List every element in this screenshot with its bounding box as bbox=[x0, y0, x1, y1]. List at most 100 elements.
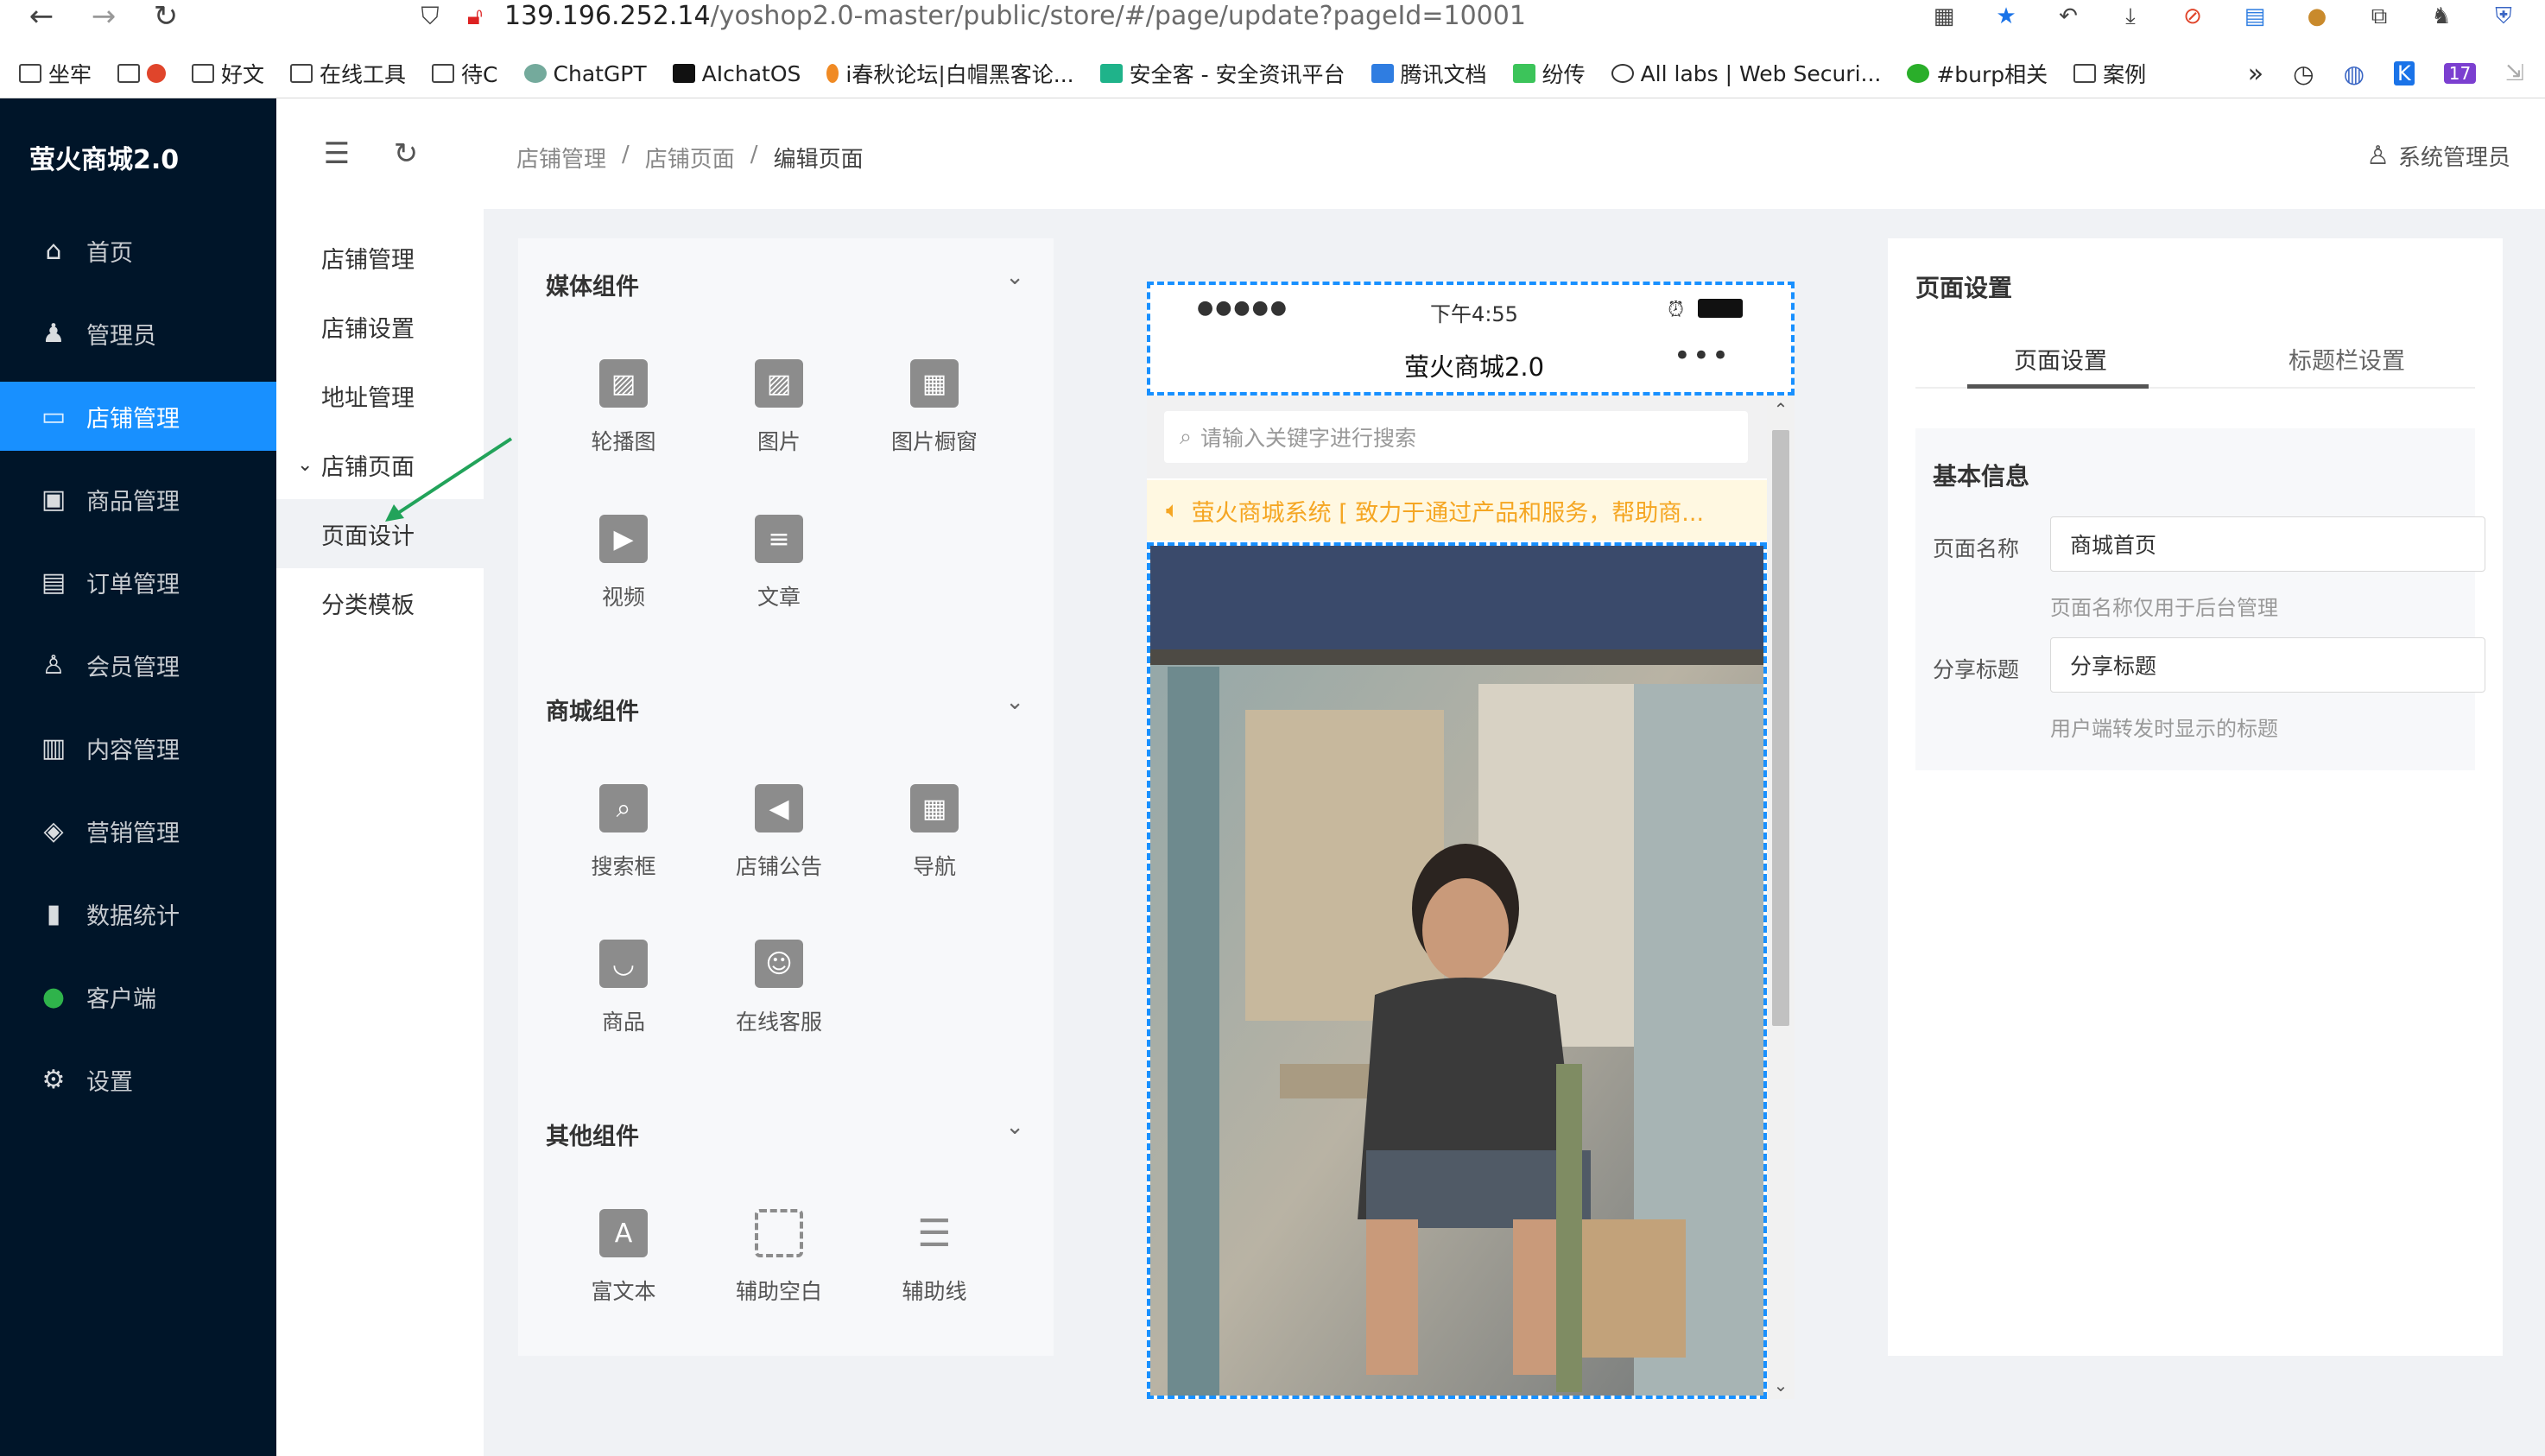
component-goods[interactable]: ◡ 商品 bbox=[554, 940, 693, 1036]
bookmark-folder[interactable] bbox=[117, 64, 167, 83]
menu-item-goods[interactable]: ▣ 商品管理 bbox=[0, 465, 276, 534]
forward-arrow-icon[interactable]: → bbox=[85, 0, 123, 34]
component-notice[interactable]: ◀ 店铺公告 bbox=[710, 784, 848, 881]
submenu-item-category-template[interactable]: 分类模板 bbox=[276, 568, 484, 637]
component-article[interactable]: ≡ 文章 bbox=[710, 515, 848, 611]
url-host: 139.196.252.14 bbox=[504, 1, 711, 31]
menu-item-store[interactable]: ▭ 店铺管理 bbox=[0, 382, 276, 451]
bookmark-label: 纷传 bbox=[1542, 62, 1586, 87]
bookmark-folder[interactable]: 案例 bbox=[2073, 58, 2146, 89]
undo-icon[interactable]: ↶ bbox=[2053, 1, 2084, 32]
component-blank[interactable]: 辅助空白 bbox=[710, 1209, 848, 1306]
menu-item-client[interactable]: ● 客户端 bbox=[0, 962, 276, 1031]
anquanke-icon bbox=[1099, 64, 1123, 83]
menu-item-settings[interactable]: ⚙ 设置 bbox=[0, 1045, 276, 1114]
dashboard-icon: ▦ bbox=[910, 359, 959, 408]
refresh-icon[interactable]: ↻ bbox=[389, 136, 423, 171]
bookmark-link[interactable]: All labs | Web Securi... bbox=[1611, 60, 1882, 86]
component-video[interactable]: ▶ 视频 bbox=[554, 515, 693, 611]
spy-icon[interactable]: ♞ bbox=[2426, 1, 2457, 32]
earth-icon[interactable]: ◍ bbox=[2344, 60, 2365, 88]
url-text[interactable]: 139.196.252.14/yoshop2.0-master/public/s… bbox=[504, 0, 1526, 33]
back-arrow-icon[interactable]: ← bbox=[22, 0, 60, 34]
share-title-input[interactable]: 分享标题 bbox=[2050, 637, 2485, 693]
submenu-item-address[interactable]: 地址管理 bbox=[276, 361, 484, 430]
bookmark-label: i春秋论坛|白帽黑客论... bbox=[845, 62, 1074, 87]
bookmark-link[interactable]: 安全客 - 安全资讯平台 bbox=[1099, 58, 1345, 89]
component-navigation[interactable]: ▦ 导航 bbox=[865, 784, 1003, 881]
breadcrumb-item[interactable]: 店铺页面 bbox=[645, 142, 735, 174]
qr-code-icon[interactable]: ▦ bbox=[1928, 1, 1959, 32]
shield-icon[interactable]: ⛉ bbox=[411, 0, 449, 33]
component-search[interactable]: ⌕ 搜索框 bbox=[554, 784, 693, 881]
phone-header[interactable]: ●●●●● 下午4:55 ⏰︎ 萤火商城2.0 ••• bbox=[1147, 282, 1795, 396]
tab-titlebar-settings[interactable]: 标题栏设置 bbox=[2289, 342, 2405, 376]
double-chevron-icon[interactable]: » bbox=[2248, 59, 2263, 89]
menu-item-home[interactable]: ⌂ 首页 bbox=[0, 216, 276, 285]
submenu-label: 店铺设置 bbox=[321, 315, 415, 343]
menu-item-statistics[interactable]: ▮ 数据统计 bbox=[0, 879, 276, 948]
phone-image-component[interactable] bbox=[1147, 542, 1767, 1399]
bookmark-link[interactable]: 腾讯文档 bbox=[1371, 58, 1487, 89]
chevron-up-icon[interactable]: ⌃ bbox=[1772, 399, 1789, 420]
chevron-down-icon[interactable]: ⌄ bbox=[1005, 264, 1024, 290]
chevron-down-icon[interactable]: ⌄ bbox=[1772, 1375, 1789, 1396]
bookmark-link[interactable]: i春秋论坛|白帽黑客论... bbox=[826, 58, 1074, 89]
bookmark-link[interactable]: AIchatOS bbox=[672, 61, 801, 86]
bookmark-folder[interactable]: 好文 bbox=[192, 58, 264, 89]
reload-icon[interactable]: ↻ bbox=[147, 0, 185, 34]
phone-search-component[interactable]: ⌕ 请输入关键字进行搜索 bbox=[1147, 396, 1767, 478]
extensions-icon[interactable]: ⧉ bbox=[2364, 1, 2395, 32]
clock-icon[interactable]: ◷ bbox=[2293, 60, 2314, 88]
collapse-menu-icon[interactable]: ☰ bbox=[320, 136, 354, 171]
vk-icon[interactable]: K bbox=[2394, 61, 2415, 85]
menu-item-marketing[interactable]: ◈ 营销管理 bbox=[0, 796, 276, 865]
bookmark-link[interactable]: ChatGPT bbox=[523, 60, 647, 86]
block-icon[interactable]: ⊘ bbox=[2177, 1, 2208, 32]
article-icon: ≡ bbox=[755, 515, 803, 563]
cookie-icon[interactable]: ● bbox=[2301, 1, 2333, 32]
scroll-thumb[interactable] bbox=[1772, 430, 1789, 1026]
chevron-down-icon[interactable]: ⌄ bbox=[1005, 1114, 1024, 1140]
component-carousel[interactable]: ▨ 轮播图 bbox=[554, 359, 693, 456]
component-divider[interactable]: ☰ 辅助线 bbox=[865, 1209, 1003, 1306]
phone-search-input[interactable]: ⌕ 请输入关键字进行搜索 bbox=[1164, 411, 1748, 463]
share-title-label: 分享标题 bbox=[1933, 657, 2020, 682]
download-icon[interactable]: ⤓ bbox=[2115, 1, 2146, 32]
bookmark-label: All labs | Web Securi... bbox=[1640, 60, 1882, 86]
page-name-input[interactable]: 商城首页 bbox=[2050, 516, 2485, 572]
bookmark-folder[interactable]: 在线工具 bbox=[290, 58, 406, 89]
phone-scrollbar[interactable]: ⌃ ⌄ bbox=[1767, 396, 1795, 1399]
translate-icon[interactable]: ▤ bbox=[2239, 1, 2270, 32]
bookmark-link[interactable]: 纷传 bbox=[1512, 58, 1586, 89]
component-rich-text[interactable]: A 富文本 bbox=[554, 1209, 693, 1306]
bar-chart-icon: ▮ bbox=[46, 898, 61, 929]
component-image-window[interactable]: ▦ 图片橱窗 bbox=[865, 359, 1003, 456]
menu-label: 数据统计 bbox=[86, 902, 180, 930]
bookmark-folder[interactable]: 待C bbox=[432, 58, 498, 89]
blank-space-icon bbox=[755, 1209, 803, 1257]
bookmark-folder[interactable]: 坐牢 bbox=[19, 58, 92, 89]
menu-item-content[interactable]: ▥ 内容管理 bbox=[0, 713, 276, 782]
submenu-item-store[interactable]: 店铺管理 bbox=[276, 223, 484, 292]
badge-count[interactable]: 17 bbox=[2443, 63, 2477, 84]
bookmark-link[interactable]: #burp相关 bbox=[1907, 58, 2048, 89]
phone-notice-component[interactable]: 🔈︎ 萤火商城系统 [ 致力于通过产品和服务，帮助商... bbox=[1147, 480, 1767, 541]
address-bar: ← → ↻ ⛉ 🔓︎ 139.196.252.14/yoshop2.0-mast… bbox=[0, 0, 2545, 36]
menu-item-admin[interactable]: ♟ 管理员 bbox=[0, 299, 276, 368]
component-customer-service[interactable]: ☺ 在线客服 bbox=[710, 940, 848, 1036]
tab-page-settings[interactable]: 页面设置 bbox=[2014, 342, 2107, 376]
chevron-down-icon[interactable]: ⌄ bbox=[1005, 689, 1024, 715]
star-icon[interactable]: ★ bbox=[1991, 1, 2022, 32]
menu-item-orders[interactable]: ▤ 订单管理 bbox=[0, 548, 276, 617]
insecure-lock-icon[interactable]: 🔓︎ bbox=[456, 0, 494, 33]
shield-check-icon[interactable]: ⛨ bbox=[2488, 1, 2519, 32]
user-menu[interactable]: ♙ 系统管理员 bbox=[2366, 140, 2510, 172]
bookmark-label: ChatGPT bbox=[553, 60, 647, 86]
submenu-item-store-settings[interactable]: 店铺设置 bbox=[276, 292, 484, 361]
component-image[interactable]: ▨ 图片 bbox=[710, 359, 848, 456]
breadcrumb-item[interactable]: 店铺管理 bbox=[516, 142, 606, 174]
arrow-icon[interactable]: ⇲ bbox=[2505, 60, 2524, 86]
battery-icon bbox=[1698, 299, 1743, 318]
menu-item-members[interactable]: ♙ 会员管理 bbox=[0, 630, 276, 700]
